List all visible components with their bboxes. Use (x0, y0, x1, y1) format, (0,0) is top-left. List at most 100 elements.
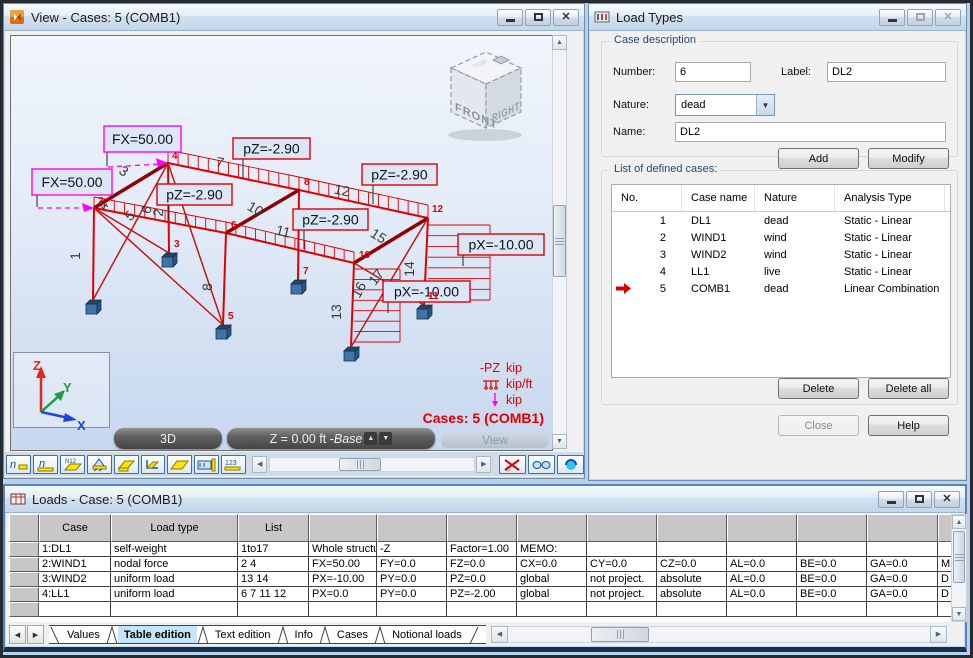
cases-list-column-header[interactable]: Nature (755, 185, 835, 211)
case-cell-no[interactable]: 4 (612, 266, 682, 278)
table-cell[interactable] (867, 602, 938, 617)
loads-horizontal-scrollbar[interactable]: ◀ ▶ (491, 626, 947, 643)
delete-all-button[interactable]: Delete all (868, 378, 949, 399)
loads-titlebar[interactable]: Loads - Case: 5 (COMB1) ✕ (5, 486, 965, 513)
column-header[interactable] (309, 514, 377, 542)
table-cell[interactable]: AL=0.0 (727, 587, 797, 602)
case-cell-nature[interactable]: wind (755, 249, 835, 261)
case-cell-name[interactable]: WIND2 (682, 249, 755, 261)
table-cell[interactable]: D (938, 587, 951, 602)
table-cell[interactable]: FX=50.00 (309, 557, 377, 572)
load-values-toggle[interactable]: 123 (221, 455, 246, 474)
local-axes-toggle[interactable] (141, 455, 166, 474)
nature-dropdown[interactable]: dead ▼ (675, 94, 775, 116)
row-selector[interactable] (9, 572, 39, 587)
row-selector[interactable] (9, 557, 39, 572)
table-cell[interactable]: 1:DL1 (39, 542, 111, 557)
table-cell[interactable] (938, 542, 951, 557)
table-cell[interactable]: PZ=-2.00 (447, 587, 517, 602)
table-cell[interactable] (657, 602, 727, 617)
minimize-button[interactable] (497, 9, 523, 26)
panel-numbers-toggle[interactable]: N12 (60, 455, 85, 474)
glasses-view-button[interactable] (528, 455, 555, 474)
table-cell[interactable]: BE=0.0 (797, 572, 867, 587)
table-cell[interactable] (238, 602, 309, 617)
table-cell[interactable]: CX=0.0 (517, 557, 587, 572)
view-tab-button[interactable]: View (441, 431, 549, 448)
tab-table-edition[interactable]: Table edition (118, 626, 197, 643)
loads-vertical-scrollbar[interactable]: ▲ ▼ (951, 514, 967, 622)
cases-list-column-header[interactable]: Case name (682, 185, 755, 211)
table-cell[interactable] (309, 602, 377, 617)
label-field[interactable] (827, 62, 946, 82)
number-field[interactable] (675, 62, 751, 82)
table-cell[interactable]: not project. (587, 572, 657, 587)
table-cell[interactable]: 2:WIND1 (39, 557, 111, 572)
modify-button[interactable]: Modify (868, 148, 949, 169)
table-cell[interactable]: Factor=1.00 (447, 542, 517, 557)
view-horizontal-scrollbar[interactable] (269, 457, 474, 472)
table-cell[interactable] (377, 602, 447, 617)
case-cell-type[interactable]: Static - Linear (835, 215, 945, 227)
bar-numbers-toggle[interactable]: n (33, 455, 58, 474)
table-cell[interactable]: MEMO: (517, 542, 587, 557)
section-cut-off-button[interactable] (499, 455, 526, 474)
table-cell[interactable] (727, 542, 797, 557)
table-cell[interactable]: uniform load (111, 572, 238, 587)
toolbar-scroll-right-icon[interactable]: ▶ (476, 456, 491, 473)
table-cell[interactable]: uniform load (111, 587, 238, 602)
tab-notional-loads[interactable]: Notional loads (386, 626, 468, 643)
sections-shape-toggle[interactable] (114, 455, 139, 474)
table-cell[interactable] (447, 602, 517, 617)
table-cell[interactable]: 13 14 (238, 572, 309, 587)
case-row[interactable]: 2WIND1windStatic - Linear (612, 229, 950, 246)
close-button[interactable]: ✕ (934, 491, 960, 508)
tab-values[interactable]: Values (61, 626, 106, 643)
minimize-button[interactable] (878, 491, 904, 508)
row-selector[interactable] (9, 542, 39, 557)
table-cell[interactable] (587, 602, 657, 617)
view-titlebar[interactable]: View - Cases: 5 (COMB1) ✕ (4, 4, 584, 31)
table-cell[interactable]: self-weight (111, 542, 238, 557)
row-selector[interactable] (9, 602, 39, 617)
table-cell[interactable]: 4:LL1 (39, 587, 111, 602)
column-header[interactable] (727, 514, 797, 542)
minimize-button[interactable] (879, 9, 905, 26)
cases-list-column-header[interactable]: No. (612, 185, 682, 211)
table-cell[interactable]: not project. (587, 587, 657, 602)
case-cell-type[interactable]: Static - Linear (835, 266, 945, 278)
case-cell-type[interactable]: Static - Linear (835, 249, 945, 261)
row-selector-header[interactable] (9, 514, 39, 542)
elevation-status[interactable]: Z = 0.00 ft - Base ▲ ▼ (227, 428, 435, 449)
case-cell-type[interactable]: Static - Linear (835, 232, 945, 244)
column-header[interactable]: Load type (111, 514, 238, 542)
scroll-down-icon[interactable]: ▼ (552, 434, 567, 449)
table-cell[interactable] (111, 602, 238, 617)
column-header[interactable] (867, 514, 938, 542)
table-cell[interactable]: GA=0.0 (867, 587, 938, 602)
case-row[interactable]: 5COMB1deadLinear Combination (612, 280, 950, 297)
tabs-scroll-left-icon[interactable]: ◀ (9, 625, 26, 644)
table-cell[interactable]: AL=0.0 (727, 572, 797, 587)
row-selector[interactable] (9, 587, 39, 602)
maximize-button[interactable] (525, 9, 551, 26)
tabs-scroll-right-icon[interactable]: ▶ (27, 625, 44, 644)
case-cell-no[interactable]: 3 (612, 249, 682, 261)
view-mode-3d-button[interactable]: 3D (114, 428, 222, 449)
column-header[interactable] (447, 514, 517, 542)
table-cell[interactable]: FY=0.0 (377, 557, 447, 572)
add-button[interactable]: Add (778, 148, 859, 169)
table-cell[interactable]: global (517, 572, 587, 587)
case-cell-nature[interactable]: dead (755, 215, 835, 227)
supports-toggle[interactable] (87, 455, 112, 474)
structure-3d-view[interactable]: FX=50.00FX=50.00pZ=-2.90pZ=-2.90pZ=-2.90… (10, 35, 553, 451)
case-row[interactable]: 4LL1liveStatic - Linear (612, 263, 950, 280)
table-cell[interactable] (797, 602, 867, 617)
table-cell[interactable]: PX=0.0 (309, 587, 377, 602)
table-cell[interactable]: absolute (657, 587, 727, 602)
table-cell[interactable] (657, 542, 727, 557)
table-cell[interactable]: PX=-10.00 (309, 572, 377, 587)
tab-info[interactable]: Info (289, 626, 319, 643)
scroll-up-icon[interactable]: ▲ (952, 515, 966, 529)
case-cell-name[interactable]: LL1 (682, 266, 755, 278)
